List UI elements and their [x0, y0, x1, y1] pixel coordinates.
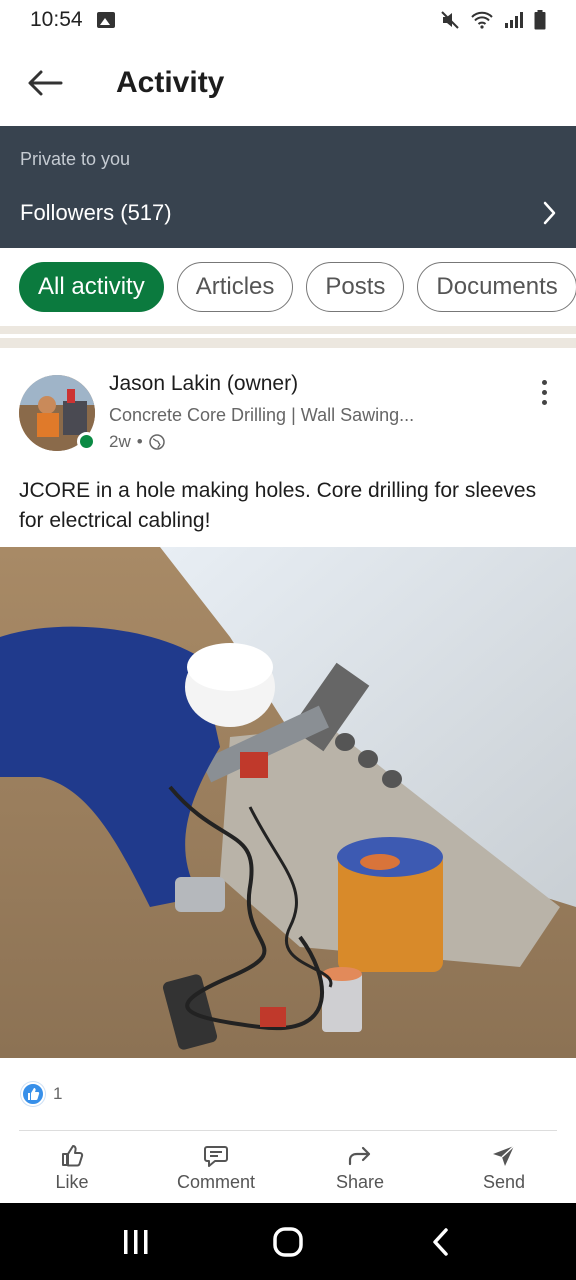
status-time: 10:54	[30, 8, 83, 31]
filter-chips: All activity Articles Posts Documents	[0, 248, 576, 326]
meta-separator: •	[136, 432, 143, 451]
battery-icon	[534, 10, 546, 30]
send-icon	[493, 1144, 515, 1166]
author-name[interactable]: Jason Lakin (owner)	[109, 372, 298, 396]
like-label: Like	[55, 1171, 89, 1192]
send-button[interactable]: Send	[432, 1132, 576, 1204]
more-options-button[interactable]	[528, 372, 560, 412]
filter-chip-all-activity[interactable]: All activity	[19, 262, 164, 312]
core-drilling-photo	[0, 547, 576, 1058]
post-time: 2w	[109, 432, 131, 451]
chevron-right-icon	[543, 201, 556, 225]
gallery-notification-icon	[96, 12, 115, 28]
more-dot-icon	[541, 379, 547, 385]
post-actions: Like Comment Share Send	[0, 1132, 576, 1204]
system-nav-bar	[0, 1203, 576, 1280]
post-text: JCORE in a hole making holes. Core drill…	[19, 479, 537, 532]
private-label: Private to you	[20, 149, 131, 169]
comment-label: Comment	[176, 1171, 256, 1192]
comment-icon	[204, 1145, 228, 1167]
online-status-indicator	[77, 432, 96, 451]
home-button[interactable]	[248, 1212, 328, 1272]
recent-apps-icon	[124, 1229, 148, 1254]
thumbs-up-icon	[62, 1144, 84, 1166]
section-divider	[0, 326, 576, 348]
like-reaction-icon	[21, 1082, 45, 1106]
post-header: Jason Lakin (owner) Concrete Core Drilli…	[0, 348, 576, 458]
action-divider	[19, 1130, 557, 1131]
mute-icon	[441, 11, 459, 29]
status-icons	[440, 10, 546, 30]
page-title: Activity	[116, 66, 225, 99]
app-bar: Activity	[0, 40, 576, 126]
reactions-summary[interactable]: 1	[0, 1078, 576, 1110]
reaction-count: 1	[53, 1084, 63, 1103]
like-button[interactable]: Like	[0, 1132, 144, 1204]
share-arrow-icon	[348, 1146, 371, 1165]
recent-apps-button[interactable]	[96, 1212, 176, 1272]
signal-icon	[505, 12, 523, 28]
filter-chip-articles[interactable]: Articles	[176, 262, 294, 312]
more-dot-icon	[541, 389, 547, 395]
nav-back-button[interactable]	[400, 1212, 480, 1272]
arrow-left-icon	[28, 70, 63, 96]
followers-count: Followers (517)	[20, 200, 172, 225]
back-button[interactable]	[0, 40, 90, 126]
home-icon	[273, 1226, 303, 1257]
followers-link[interactable]: Followers (517)	[0, 190, 576, 236]
filter-chip-posts[interactable]: Posts	[306, 262, 405, 312]
author-headline: Concrete Core Drilling | Wall Sawing...	[109, 405, 415, 425]
post-image[interactable]	[0, 547, 576, 1058]
share-button[interactable]: Share	[288, 1132, 432, 1204]
post-meta: 2w •	[109, 432, 165, 452]
more-dot-icon	[541, 399, 547, 405]
private-panel: Private to you Followers (517)	[0, 126, 576, 248]
wifi-icon	[471, 11, 493, 29]
comment-button[interactable]: Comment	[144, 1132, 288, 1204]
share-label: Share	[335, 1171, 385, 1192]
thumbs-up-icon	[28, 1088, 40, 1100]
globe-icon	[148, 434, 165, 450]
status-bar: 10:54	[0, 0, 576, 40]
chevron-left-icon	[433, 1227, 448, 1256]
send-label: Send	[482, 1171, 526, 1192]
filter-chip-documents[interactable]: Documents	[417, 262, 576, 312]
